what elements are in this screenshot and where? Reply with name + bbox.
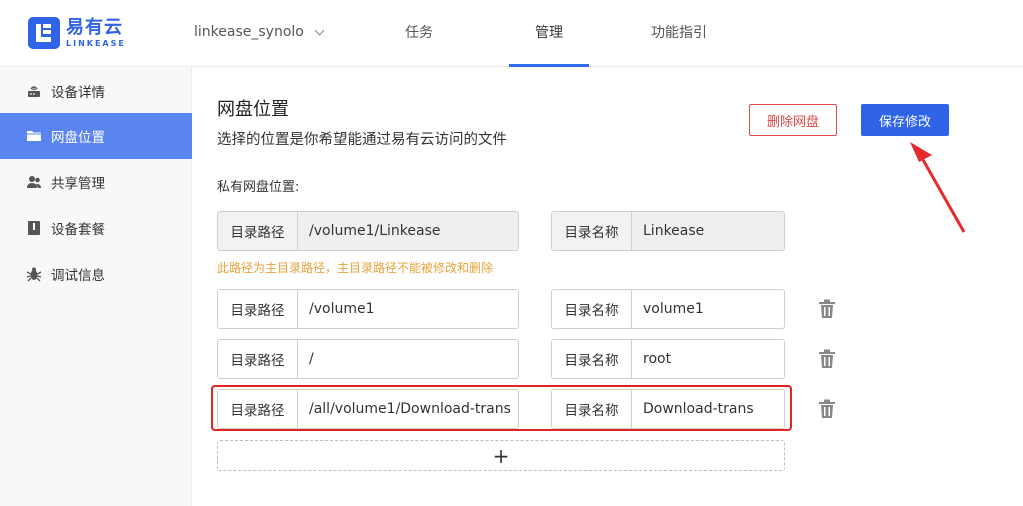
page-subtitle: 选择的位置是你希望能通过易有云访问的文件	[217, 132, 507, 148]
sidebar-item-device-details[interactable]: 设备详情	[0, 68, 192, 114]
sidebar-item-label: 网盘位置	[51, 130, 105, 146]
path-label: 目录路径	[218, 340, 298, 378]
name-field[interactable]: 目录名称 root	[551, 339, 785, 379]
sidebar-item-debug-info[interactable]: 调试信息	[0, 251, 192, 297]
tab-manage[interactable]: 管理	[509, 0, 589, 67]
main-path-warning: 此路径为主目录路径，主目录路径不能被修改和删除	[217, 261, 494, 275]
delete-drive-button[interactable]: 删除网盘	[749, 104, 837, 136]
add-location-button[interactable]: +	[217, 440, 785, 471]
users-icon	[26, 174, 42, 190]
sidebar-item-drive-location[interactable]: 网盘位置	[0, 113, 192, 159]
device-selector[interactable]: linkease_synolo	[194, 24, 325, 40]
name-field-main: 目录名称 Linkease	[551, 211, 785, 251]
path-input[interactable]: /volume1	[298, 290, 518, 328]
chevron-down-icon	[314, 25, 325, 35]
save-changes-button[interactable]: 保存修改	[861, 104, 949, 136]
path-input[interactable]: /all/volume1/Download-trans	[298, 390, 518, 428]
path-value: /volume1/Linkease	[298, 212, 518, 250]
path-field-main: 目录路径 /volume1/Linkease	[217, 211, 519, 251]
tab-guide[interactable]: 功能指引	[642, 0, 716, 67]
sidebar-item-label: 设备详情	[51, 85, 105, 101]
name-value: Linkease	[632, 212, 784, 250]
trash-icon[interactable]	[819, 299, 835, 319]
path-field[interactable]: 目录路径 /volume1	[217, 289, 519, 329]
name-label: 目录名称	[552, 212, 632, 250]
trash-icon[interactable]	[819, 399, 835, 419]
name-field[interactable]: 目录名称 volume1	[551, 289, 785, 329]
logo[interactable]: 易有云 LINKEASE	[28, 17, 126, 49]
bug-icon	[26, 266, 42, 282]
router-icon	[26, 83, 42, 99]
name-label: 目录名称	[552, 390, 632, 428]
name-label: 目录名称	[552, 290, 632, 328]
path-field[interactable]: 目录路径 /	[217, 339, 519, 379]
sidebar: 设备详情 网盘位置 共享管理 设备套餐 调试信息	[0, 67, 192, 506]
linkease-logo-icon	[28, 17, 60, 49]
annotation-arrow-icon	[910, 142, 966, 233]
top-header: 易有云 LINKEASE linkease_synolo 任务 管理 功能指引	[0, 0, 1023, 67]
path-label: 目录路径	[218, 390, 298, 428]
package-icon	[26, 220, 42, 236]
name-input[interactable]: root	[632, 340, 784, 378]
path-field[interactable]: 目录路径 /all/volume1/Download-trans	[217, 389, 519, 429]
logo-name: 易有云	[66, 16, 123, 38]
sidebar-item-label: 共享管理	[51, 176, 105, 192]
name-input[interactable]: volume1	[632, 290, 784, 328]
tab-tasks[interactable]: 任务	[396, 0, 442, 67]
sidebar-item-share-management[interactable]: 共享管理	[0, 159, 192, 205]
name-label: 目录名称	[552, 340, 632, 378]
page-title: 网盘位置	[217, 99, 289, 120]
trash-icon[interactable]	[819, 349, 835, 369]
device-name: linkease_synolo	[194, 24, 304, 40]
private-drive-section-label: 私有网盘位置:	[217, 180, 300, 195]
path-label: 目录路径	[218, 290, 298, 328]
sidebar-item-label: 调试信息	[51, 268, 105, 284]
folder-icon	[26, 128, 42, 144]
sidebar-item-device-package[interactable]: 设备套餐	[0, 205, 192, 251]
logo-subtitle: LINKEASE	[66, 38, 126, 48]
sidebar-item-label: 设备套餐	[51, 222, 105, 238]
name-input[interactable]: Download-trans	[632, 390, 784, 428]
name-field[interactable]: 目录名称 Download-trans	[551, 389, 785, 429]
path-label: 目录路径	[218, 212, 298, 250]
path-input[interactable]: /	[298, 340, 518, 378]
